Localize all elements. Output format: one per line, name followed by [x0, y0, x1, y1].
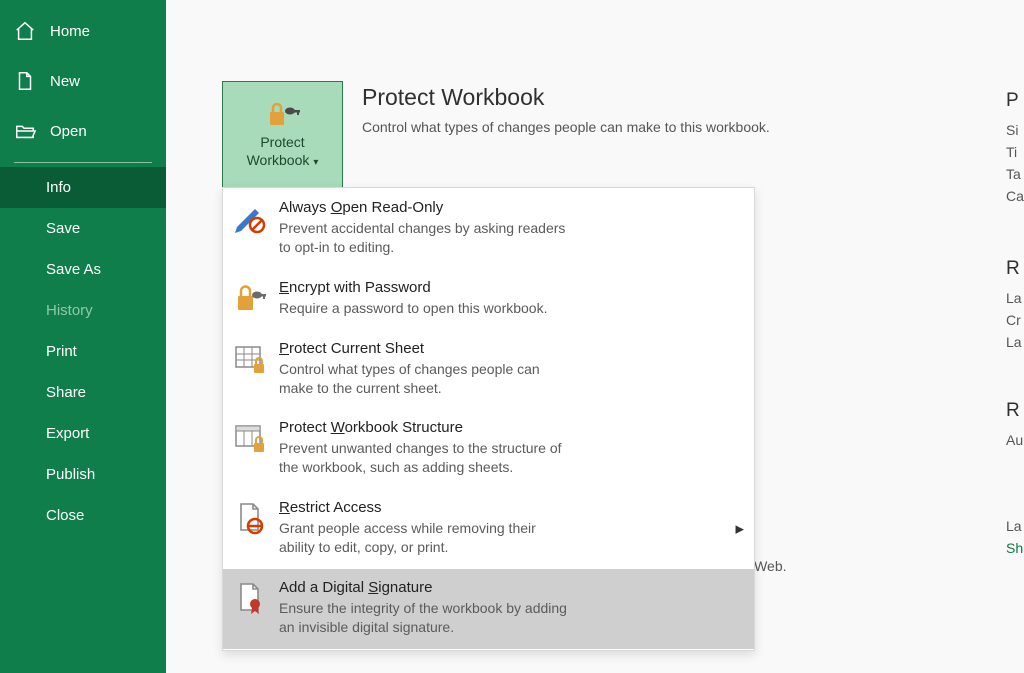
property-last-modified: La: [1006, 290, 1022, 306]
sidebar-item-label: Share: [46, 384, 86, 401]
protect-workbook-dropdown: Always Open Read-Only Prevent accidental…: [222, 187, 755, 651]
sidebar-item-close[interactable]: Close: [0, 495, 166, 536]
menu-item-protect-current-sheet[interactable]: Protect Current Sheet Control what types…: [223, 330, 754, 410]
properties-list: Si Ti Ta Ca: [1006, 122, 1024, 204]
sidebar-item-save-as[interactable]: Save As: [0, 249, 166, 290]
property-size: Si: [1006, 122, 1024, 138]
menu-item-desc: Control what types of changes people can…: [279, 360, 569, 398]
sidebar-item-home[interactable]: Home: [0, 6, 166, 56]
property-created: Cr: [1006, 312, 1022, 328]
sidebar-item-new[interactable]: New: [0, 56, 166, 106]
related-dates-list: La Cr La: [1006, 290, 1022, 350]
submenu-arrow-icon: ▶: [736, 523, 744, 536]
sidebar-item-info[interactable]: Info: [0, 167, 166, 208]
backstage-sidebar: Home New Open Info Save Save As: [0, 0, 166, 673]
protect-workbook-heading: Protect Workbook: [362, 84, 544, 111]
related-dates-heading: R: [1006, 258, 1020, 280]
menu-item-desc: Ensure the integrity of the workbook by …: [279, 599, 569, 637]
sidebar-item-print[interactable]: Print: [0, 331, 166, 372]
menu-item-title: Always Open Read-Only: [279, 199, 744, 216]
sidebar-item-export[interactable]: Export: [0, 413, 166, 454]
lock-key-icon: [233, 281, 267, 315]
menu-item-title: Protect Workbook Structure: [279, 419, 744, 436]
menu-item-add-digital-signature[interactable]: Add a Digital Signature Ensure the integ…: [223, 569, 754, 649]
protect-workbook-button[interactable]: Protect Workbook▾: [222, 81, 343, 188]
menu-item-desc: Require a password to open this workbook…: [279, 299, 569, 318]
related-people-heading: R: [1006, 400, 1020, 422]
chevron-down-icon: ▾: [313, 157, 318, 168]
sheet-lock-icon: [233, 342, 267, 376]
pencil-prohibit-icon: [233, 201, 267, 235]
menu-item-encrypt-with-password[interactable]: Encrypt with Password Require a password…: [223, 269, 754, 330]
sidebar-item-publish[interactable]: Publish: [0, 454, 166, 495]
sidebar-item-label: Print: [46, 343, 77, 360]
sidebar-item-label: Save: [46, 220, 80, 237]
menu-item-title: Encrypt with Password: [279, 279, 744, 296]
file-ribbon-icon: [233, 581, 267, 615]
property-title: Ti: [1006, 144, 1024, 160]
protect-workbook-desc: Control what types of changes people can…: [362, 117, 770, 137]
menu-item-always-open-read-only[interactable]: Always Open Read-Only Prevent accidental…: [223, 189, 754, 269]
sidebar-item-label: New: [50, 73, 80, 90]
info-pane: Protect Workbook▾ Protect Workbook Contr…: [166, 0, 1024, 673]
sidebar-item-open[interactable]: Open: [0, 106, 166, 156]
menu-item-desc: Grant people access while removing their…: [279, 519, 569, 557]
home-icon: [14, 20, 36, 42]
sidebar-item-history: History: [0, 290, 166, 331]
sidebar-item-label: Export: [46, 425, 89, 442]
sidebar-divider: [14, 162, 152, 163]
sidebar-item-label: Open: [50, 123, 87, 140]
menu-item-title: Add a Digital Signature: [279, 579, 744, 596]
sidebar-item-label: Home: [50, 23, 90, 40]
workbook-lock-icon: [233, 421, 267, 455]
show-all-properties-link[interactable]: Sh: [1006, 540, 1023, 556]
menu-item-desc: Prevent accidental changes by asking rea…: [279, 219, 569, 257]
new-file-icon: [14, 70, 36, 92]
sidebar-item-label: Info: [46, 179, 71, 196]
property-categories: Ca: [1006, 188, 1024, 204]
lock-key-icon: [266, 100, 300, 128]
sidebar-item-share[interactable]: Share: [0, 372, 166, 413]
protect-button-label: Protect Workbook▾: [247, 134, 319, 169]
sidebar-item-label: Save As: [46, 261, 101, 278]
sidebar-item-label: History: [46, 302, 93, 319]
related-people-list: Au: [1006, 432, 1023, 448]
property-tags: Ta: [1006, 166, 1024, 182]
file-prohibit-icon: [233, 501, 267, 535]
open-folder-icon: [14, 120, 36, 142]
sidebar-item-label: Publish: [46, 466, 95, 483]
menu-item-protect-workbook-structure[interactable]: Protect Workbook Structure Prevent unwan…: [223, 409, 754, 489]
sidebar-item-save[interactable]: Save: [0, 208, 166, 249]
property-last-modified-by: La: [1006, 518, 1023, 534]
menu-item-title: Protect Current Sheet: [279, 340, 744, 357]
menu-item-desc: Prevent unwanted changes to the structur…: [279, 439, 569, 477]
sidebar-item-label: Close: [46, 507, 84, 524]
properties-heading: P: [1006, 90, 1019, 112]
related-people-list-2: La Sh: [1006, 518, 1023, 556]
property-last-printed: La: [1006, 334, 1022, 350]
menu-item-restrict-access[interactable]: Restrict Access Grant people access whil…: [223, 489, 754, 569]
menu-item-title: Restrict Access: [279, 499, 744, 516]
property-author: Au: [1006, 432, 1023, 448]
